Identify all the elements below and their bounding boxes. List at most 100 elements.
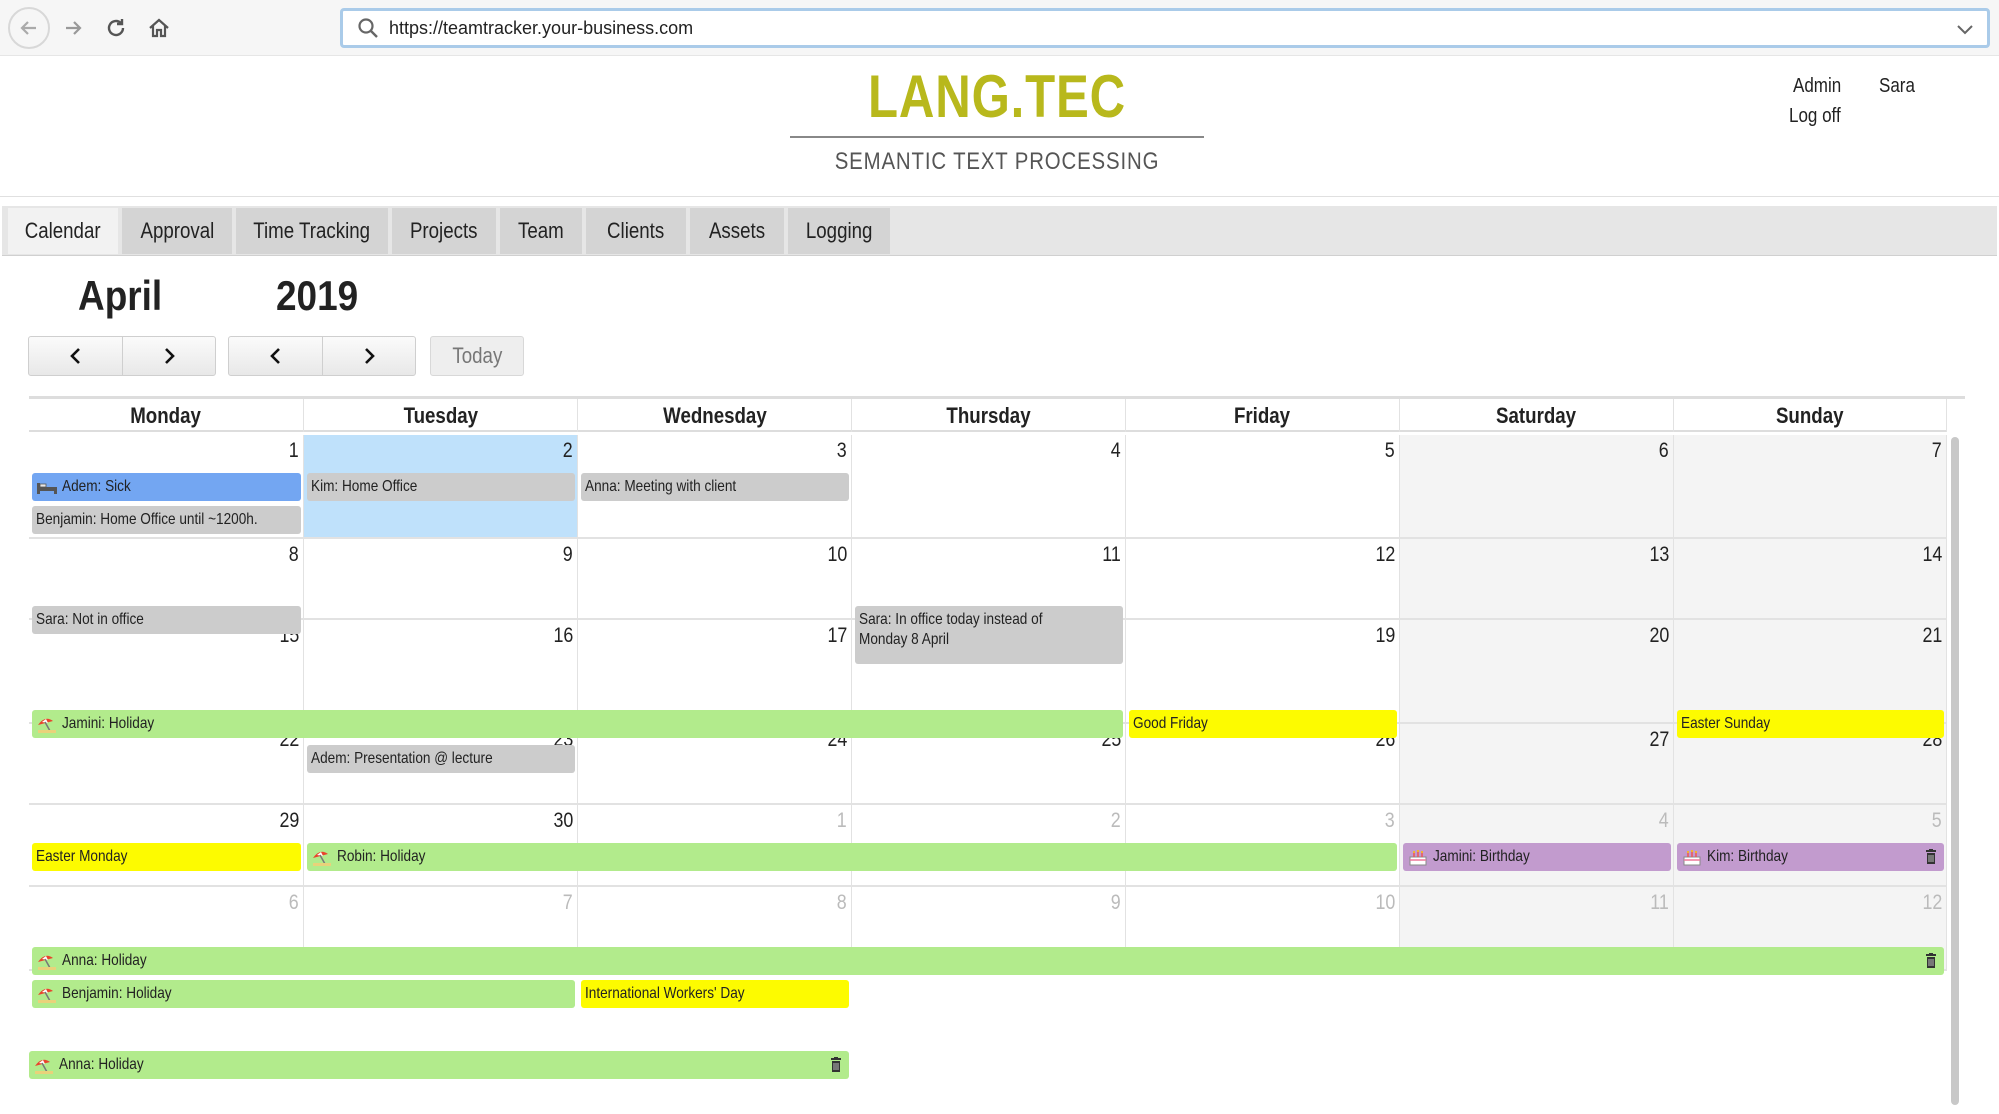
day-cell[interactable]: 21 <box>1674 620 1947 724</box>
event-adem-presentation[interactable]: Adem: Presentation @ lecture <box>307 745 575 773</box>
day-cell[interactable]: 6 <box>1400 435 1674 539</box>
tab-logging[interactable]: Logging <box>788 208 890 254</box>
weekday-tuesday: Tuesday <box>304 399 578 432</box>
tab-time-tracking[interactable]: Time Tracking <box>236 208 388 254</box>
day-number: 1 <box>837 809 847 832</box>
tagline: SEMANTIC TEXT PROCESSING <box>834 148 1160 175</box>
cake-icon <box>1409 849 1427 866</box>
tab-team[interactable]: Team <box>500 208 582 254</box>
event-sara-in-office[interactable]: Sara: In office today instead of Monday … <box>855 606 1123 664</box>
today-button[interactable]: Today <box>430 336 524 376</box>
day-number: 4 <box>1659 809 1669 832</box>
day-number: 14 <box>1922 543 1942 566</box>
tab-approval[interactable]: Approval <box>122 208 232 254</box>
day-cell[interactable]: 5 <box>1126 435 1400 539</box>
day-number: 30 <box>553 809 573 832</box>
day-number: 13 <box>1649 543 1669 566</box>
browser-toolbar: https://teamtracker.your-business.com <box>0 0 1999 56</box>
prev-year-button[interactable] <box>229 337 322 375</box>
reload-icon[interactable] <box>97 9 135 47</box>
day-number: 6 <box>289 891 299 914</box>
day-cell[interactable]: 27 <box>1400 724 1674 805</box>
tab-assets[interactable]: Assets <box>690 208 784 254</box>
weekday-wednesday: Wednesday <box>578 399 852 432</box>
day-cell[interactable]: 10 <box>578 539 852 620</box>
tab-bar: Calendar Approval Time Tracking Projects… <box>2 206 1997 256</box>
trash-icon[interactable] <box>829 1057 843 1073</box>
logoff-link[interactable]: Log off <box>1789 105 1841 128</box>
day-number: 2 <box>1111 809 1121 832</box>
event-kim-home-office[interactable]: Kim: Home Office <box>307 473 575 501</box>
event-jamini-birthday[interactable]: Jamini: Birthday <box>1403 843 1671 871</box>
day-number: 27 <box>1649 728 1669 751</box>
beach-umbrella-icon <box>37 955 57 970</box>
day-number: 5 <box>1932 809 1942 832</box>
tab-clients[interactable]: Clients <box>586 208 686 254</box>
event-adem-sick[interactable]: Adem: Sick <box>32 473 301 501</box>
event-benjamin-holiday[interactable]: Benjamin: Holiday <box>32 980 575 1008</box>
event-sara-not-in-office[interactable]: Sara: Not in office <box>32 606 301 634</box>
forward-icon[interactable] <box>54 9 92 47</box>
event-easter-sunday[interactable]: Easter Sunday <box>1677 710 1944 738</box>
weekday-sunday: Sunday <box>1674 399 1947 432</box>
prev-month-button[interactable] <box>29 337 122 375</box>
day-number: 21 <box>1922 624 1942 647</box>
day-cell[interactable]: 4 <box>852 435 1126 539</box>
address-url[interactable]: https://teamtracker.your-business.com <box>389 18 693 39</box>
event-easter-monday[interactable]: Easter Monday <box>32 843 301 871</box>
trash-icon[interactable] <box>1924 849 1938 865</box>
day-cell[interactable]: 12 <box>1126 539 1400 620</box>
month-label: April <box>78 272 163 319</box>
tab-projects[interactable]: Projects <box>392 208 496 254</box>
weekday-header: Monday Tuesday Wednesday Thursday Friday… <box>29 399 1947 432</box>
day-number: 9 <box>1111 891 1121 914</box>
day-number: 11 <box>1102 543 1121 566</box>
event-benjamin-home-office[interactable]: Benjamin: Home Office until ~1200h. <box>32 506 301 534</box>
day-number: 16 <box>553 624 573 647</box>
day-cell[interactable]: 15 <box>29 620 304 724</box>
home-icon[interactable] <box>140 9 178 47</box>
day-number: 19 <box>1375 624 1395 647</box>
search-icon <box>351 17 385 39</box>
day-number: 9 <box>563 543 573 566</box>
weekday-saturday: Saturday <box>1400 399 1674 432</box>
tab-calendar[interactable]: Calendar <box>8 208 118 254</box>
day-number: 17 <box>827 624 847 647</box>
beach-umbrella-icon <box>34 1059 54 1074</box>
event-anna-meeting[interactable]: Anna: Meeting with client <box>581 473 849 501</box>
day-cell[interactable]: 14 <box>1674 539 1947 620</box>
day-cell[interactable]: 19 <box>1126 620 1400 724</box>
day-number: 12 <box>1922 891 1942 914</box>
day-number: 1 <box>289 439 299 462</box>
day-cell[interactable]: 9 <box>304 539 578 620</box>
weekday-friday: Friday <box>1126 399 1400 432</box>
event-international-workers-day[interactable]: International Workers' Day <box>581 980 849 1008</box>
day-cell[interactable]: 7 <box>1674 435 1947 539</box>
event-kim-birthday[interactable]: Kim: Birthday <box>1677 843 1944 871</box>
day-cell[interactable]: 16 <box>304 620 578 724</box>
day-number: 5 <box>1385 439 1395 462</box>
day-cell[interactable]: 20 <box>1400 620 1674 724</box>
chevron-left-icon <box>69 348 80 364</box>
next-month-button[interactable] <box>122 337 215 375</box>
weekday-monday: Monday <box>29 399 304 432</box>
event-anna-holiday-continued[interactable]: Anna: Holiday <box>29 1051 849 1079</box>
back-icon[interactable] <box>8 7 50 49</box>
event-jamini-holiday[interactable]: Jamini: Holiday <box>32 710 1123 738</box>
admin-link[interactable]: Admin <box>1793 75 1841 98</box>
chevron-down-icon[interactable] <box>1955 19 1975 44</box>
user-name[interactable]: Sara <box>1879 75 1915 98</box>
address-bar[interactable]: https://teamtracker.your-business.com <box>340 8 1990 48</box>
day-number: 12 <box>1375 543 1395 566</box>
scrollbar-thumb[interactable] <box>1951 437 1959 1105</box>
calendar-grid: Monday Tuesday Wednesday Thursday Friday… <box>29 396 1965 1114</box>
event-anna-holiday[interactable]: Anna: Holiday <box>32 947 1944 975</box>
beach-umbrella-icon <box>312 851 332 866</box>
day-cell[interactable]: 17 <box>578 620 852 724</box>
event-good-friday[interactable]: Good Friday <box>1129 710 1397 738</box>
trash-icon[interactable] <box>1924 953 1938 969</box>
day-cell[interactable]: 13 <box>1400 539 1674 620</box>
cake-icon <box>1683 849 1701 866</box>
next-year-button[interactable] <box>322 337 415 375</box>
event-robin-holiday[interactable]: Robin: Holiday <box>307 843 1397 871</box>
